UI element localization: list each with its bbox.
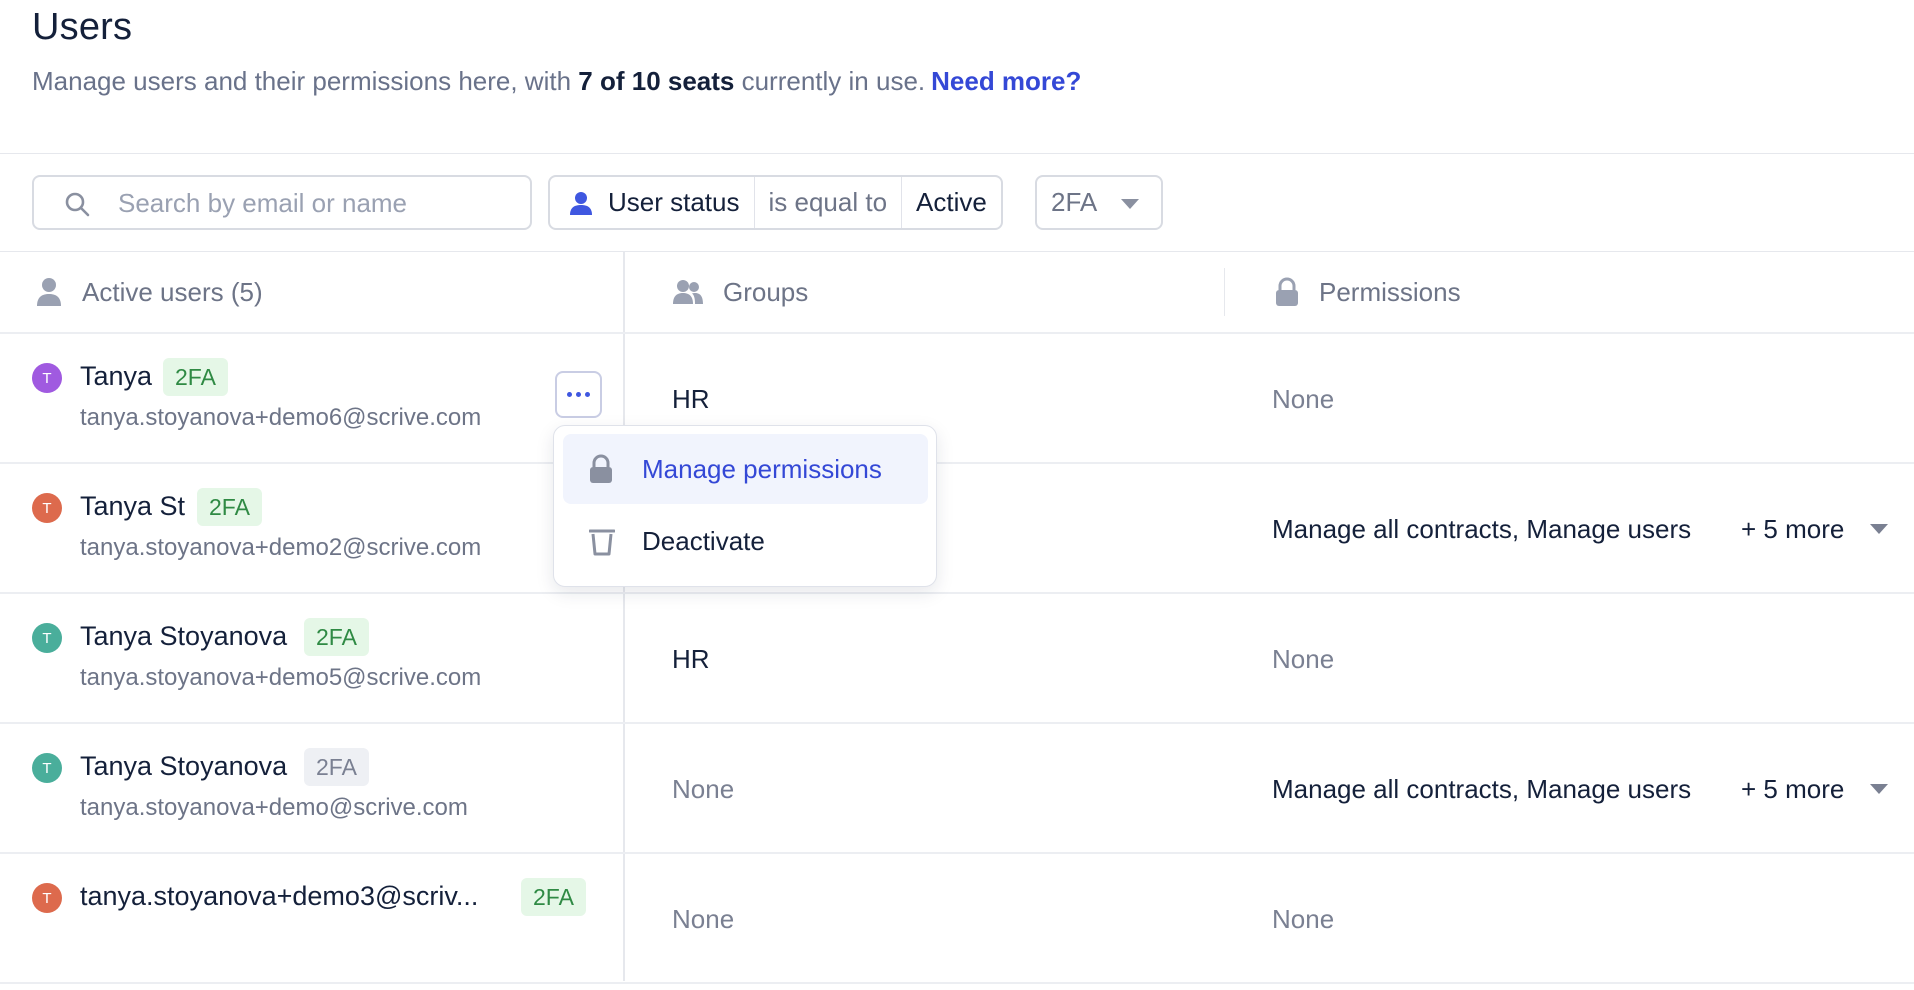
row-actions-button[interactable] bbox=[555, 371, 602, 418]
tfa-dropdown-label: 2FA bbox=[1051, 187, 1098, 217]
user-groups: None bbox=[672, 774, 735, 804]
subtitle-text-post: currently in use. bbox=[734, 66, 926, 96]
page-subtitle: Manage users and their permissions here,… bbox=[32, 66, 1081, 97]
subtitle-text: Manage users and their permissions here,… bbox=[32, 66, 579, 96]
tfa-filter-dropdown[interactable]: 2FA bbox=[1035, 175, 1163, 230]
menu-item-label: Manage permissions bbox=[642, 453, 882, 484]
user-name: Tanya bbox=[80, 361, 153, 391]
permissions-more-toggle[interactable]: + 5 more bbox=[1741, 514, 1844, 545]
user-permissions: None bbox=[1272, 384, 1335, 414]
user-permissions: None bbox=[1272, 644, 1335, 674]
row-divider bbox=[0, 332, 1914, 334]
row-divider bbox=[0, 592, 1914, 594]
tfa-badge: 2FA bbox=[304, 748, 369, 786]
avatar: T bbox=[32, 623, 62, 653]
chevron-down-icon bbox=[1121, 199, 1139, 209]
user-icon bbox=[37, 278, 61, 306]
avatar: T bbox=[32, 883, 62, 913]
filter-value[interactable]: Active bbox=[902, 177, 1001, 228]
page-title: Users bbox=[32, 6, 133, 48]
tfa-badge: 2FA bbox=[521, 878, 586, 916]
user-name: Tanya Stoyanova bbox=[80, 621, 288, 651]
column-header-groups-label: Groups bbox=[723, 276, 809, 307]
column-header-permissions-label: Permissions bbox=[1319, 276, 1461, 307]
lock-icon bbox=[1276, 277, 1298, 306]
tfa-badge: 2FA bbox=[163, 358, 228, 396]
ellipsis-icon bbox=[567, 392, 572, 397]
ellipsis-icon bbox=[576, 392, 581, 397]
user-email: tanya.stoyanova+demo@scrive.com bbox=[80, 794, 468, 821]
chevron-down-icon[interactable] bbox=[1870, 524, 1888, 534]
filter-field[interactable]: User status bbox=[550, 177, 755, 228]
user-email: tanya.stoyanova+demo2@scrive.com bbox=[80, 534, 482, 561]
chevron-down-icon[interactable] bbox=[1870, 784, 1888, 794]
row-divider bbox=[0, 722, 1914, 724]
filter-divider bbox=[0, 251, 1914, 252]
menu-item-deactivate[interactable]: Deactivate bbox=[563, 506, 928, 576]
search-icon bbox=[64, 191, 90, 217]
user-groups: HR bbox=[672, 384, 710, 414]
user-status-filter[interactable]: User status is equal to Active bbox=[548, 175, 1003, 230]
user-name: Tanya St bbox=[80, 491, 186, 521]
column-divider bbox=[623, 251, 625, 981]
need-more-link[interactable]: Need more? bbox=[931, 66, 1081, 96]
user-permissions: None bbox=[1272, 904, 1335, 934]
seats-count: 7 of 10 seats bbox=[578, 66, 735, 96]
users-group-icon bbox=[673, 280, 703, 304]
avatar: T bbox=[32, 363, 62, 393]
trash-icon bbox=[589, 529, 615, 556]
user-permissions: Manage all contracts, Manage users bbox=[1272, 514, 1692, 544]
ellipsis-icon bbox=[585, 392, 590, 397]
user-name: tanya.stoyanova+demo3@scriv... bbox=[80, 881, 479, 911]
user-permissions: Manage all contracts, Manage users bbox=[1272, 774, 1692, 804]
row-actions-menu: Manage permissions Deactivate bbox=[553, 425, 937, 587]
column-header-permissions[interactable]: Permissions bbox=[1275, 272, 1461, 312]
user-groups: HR bbox=[672, 644, 710, 674]
permissions-more-toggle[interactable]: + 5 more bbox=[1741, 774, 1844, 805]
tfa-badge: 2FA bbox=[197, 488, 262, 526]
column-header-groups[interactable]: Groups bbox=[673, 272, 808, 312]
header-column-divider bbox=[1224, 268, 1225, 316]
user-email: tanya.stoyanova+demo5@scrive.com bbox=[80, 664, 482, 691]
row-divider bbox=[0, 852, 1914, 854]
lock-icon bbox=[590, 454, 612, 483]
search-box[interactable] bbox=[32, 175, 532, 230]
tfa-badge: 2FA bbox=[304, 618, 369, 656]
menu-item-manage-permissions[interactable]: Manage permissions bbox=[563, 434, 928, 504]
avatar: T bbox=[32, 493, 62, 523]
header-divider bbox=[0, 153, 1914, 154]
column-header-users-label: Active users (5) bbox=[82, 276, 263, 307]
filter-operator[interactable]: is equal to bbox=[755, 177, 903, 228]
user-icon bbox=[570, 191, 592, 215]
avatar: T bbox=[32, 753, 62, 783]
row-divider bbox=[0, 462, 1914, 464]
filter-field-label: User status bbox=[608, 187, 740, 217]
user-name: Tanya Stoyanova bbox=[80, 751, 288, 781]
user-groups: None bbox=[672, 904, 735, 934]
column-header-users[interactable]: Active users (5) bbox=[36, 272, 263, 312]
row-divider bbox=[0, 982, 1914, 984]
menu-item-label: Deactivate bbox=[642, 525, 765, 556]
user-email: tanya.stoyanova+demo6@scrive.com bbox=[80, 404, 482, 431]
search-input[interactable] bbox=[118, 187, 508, 219]
